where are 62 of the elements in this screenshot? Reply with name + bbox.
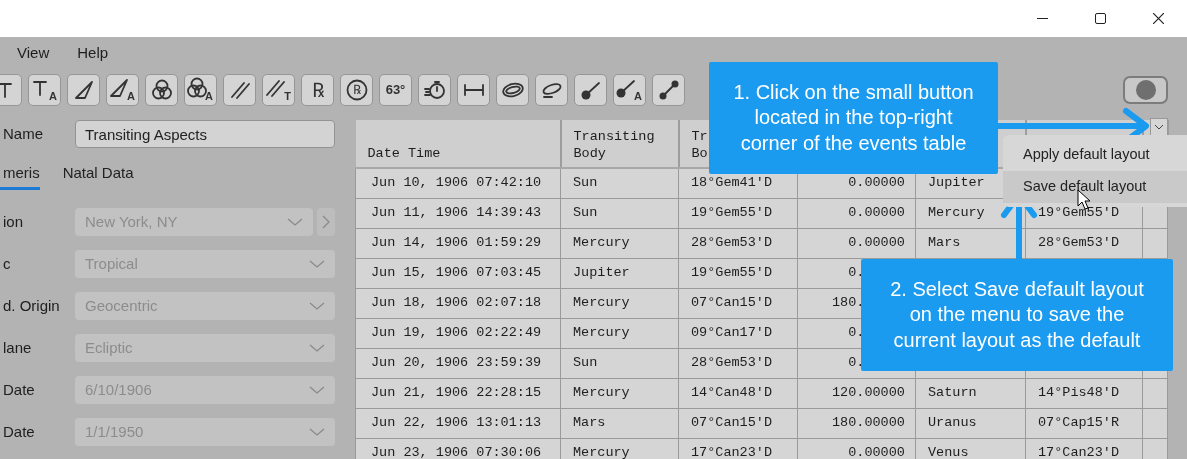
table-cell: 07°Can15'D <box>678 288 798 318</box>
table-cell: 120.00000 <box>797 378 916 408</box>
table-cell: 28°Gem53'D <box>1025 228 1143 258</box>
field-label: ion <box>2 211 25 232</box>
table-cell: Jun 14, 1906 01:59:29 <box>355 228 561 258</box>
table-cell: Jun 15, 1906 07:03:45 <box>355 258 561 288</box>
table-cell: 09°Can17'D <box>678 318 798 348</box>
table-cell: Mars <box>560 408 679 438</box>
table-cell: 0.00000 <box>797 228 916 258</box>
table-cell: Jun 23, 1906 07:30:06 <box>355 438 561 459</box>
table-cell: Sun <box>560 168 679 198</box>
field-label: Name <box>2 123 44 144</box>
tab[interactable]: Natal Data <box>59 162 134 190</box>
table-cell: Jun 22, 1906 13:01:13 <box>355 408 561 438</box>
table-cell: Jun 11, 1906 14:39:43 <box>355 198 561 228</box>
menu-item[interactable]: Help <box>72 42 114 65</box>
table-cell: Sun <box>560 198 679 228</box>
tool-button[interactable]: 63° <box>379 74 412 106</box>
tool-button[interactable]: T <box>262 74 295 106</box>
name-field[interactable]: Transiting Aspects <box>75 120 335 148</box>
table-cell: Uranus <box>915 408 1026 438</box>
table-cell: Mercury <box>560 288 679 318</box>
table-cell: Jupiter <box>560 258 679 288</box>
field-label: Date <box>2 421 36 442</box>
field-label: d. Origin <box>2 295 61 316</box>
table-cell: 19°Gem55'D <box>678 258 798 288</box>
table-cell: Jun 18, 1906 02:07:18 <box>355 288 561 318</box>
column-header[interactable]: Date Time <box>367 145 441 163</box>
table-cell: 14°Pis48'D <box>1025 378 1143 408</box>
field-label: lane <box>2 337 33 358</box>
table-cell: 28°Gem53'D <box>678 348 798 378</box>
tool-button[interactable]: ℞ <box>301 74 334 106</box>
tool-button[interactable]: A <box>184 74 217 106</box>
table-cell: 14°Can48'D <box>678 378 798 408</box>
table-cell: Jun 20, 1906 23:59:39 <box>355 348 561 378</box>
tool-button[interactable]: ℞ <box>340 74 373 106</box>
tool-button[interactable]: A <box>28 74 61 106</box>
table-cell: Mercury <box>560 318 679 348</box>
table-cell: 0.00000 <box>797 198 916 228</box>
field-label: Date <box>2 379 36 400</box>
table-cell: 07°Can15'D <box>678 408 798 438</box>
field-label: c <box>2 253 12 274</box>
table-cell: 180.00000 <box>797 408 916 438</box>
callout: 1. Click on the small button located in the top-right corner of the events table <box>709 62 998 174</box>
callout: 2. Select Save default layout on the menu to save the current layout as the default <box>861 259 1173 371</box>
column-header[interactable]: Tr Bo <box>691 127 708 163</box>
table-cell: 07°Cap15'R <box>1025 408 1143 438</box>
menu-item[interactable]: View <box>12 42 55 65</box>
table-cell: 28°Gem53'D <box>678 228 798 258</box>
tab[interactable]: meris <box>0 162 40 190</box>
table-cell: Mercury <box>560 228 679 258</box>
table-cell: Jun 21, 1906 22:28:15 <box>355 378 561 408</box>
table-cell: Mercury <box>560 378 679 408</box>
menu-item[interactable]: Save default layout <box>1003 171 1187 203</box>
table-cell: 19°Gem55'D <box>678 198 798 228</box>
tool-button[interactable]: A <box>106 74 139 106</box>
tool-button[interactable]: A <box>613 74 646 106</box>
table-cell: Saturn <box>915 378 1026 408</box>
table-cell: Jun 10, 1906 07:42:10 <box>355 168 561 198</box>
table-cell: Sun <box>560 348 679 378</box>
menu-item[interactable]: Apply default layout <box>1003 139 1187 171</box>
table-cell: Jun 19, 1906 02:22:49 <box>355 318 561 348</box>
